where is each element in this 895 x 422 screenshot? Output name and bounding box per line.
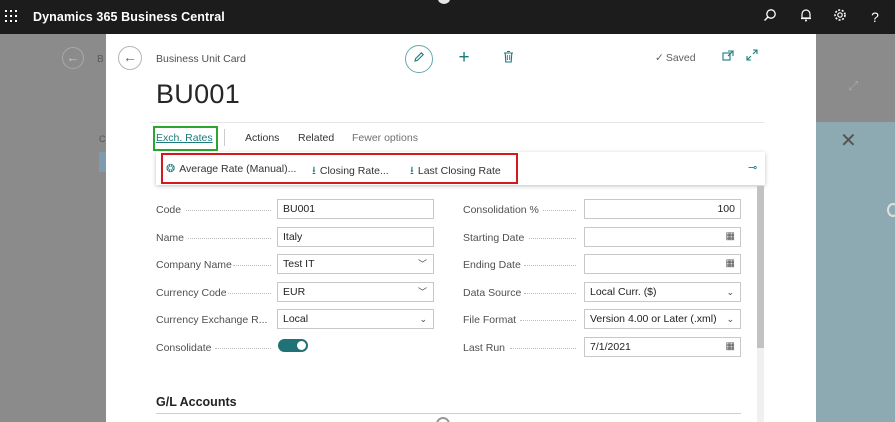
dot-leader <box>529 238 576 239</box>
consolidation-percent-label: Consolidation % <box>463 204 539 216</box>
background-close-icon: ✕ <box>840 130 857 152</box>
calendar-icon[interactable]: ▦ <box>726 255 735 273</box>
code-field[interactable]: BU001 <box>277 199 434 219</box>
currency-code-label: Currency Code <box>156 287 227 299</box>
business-unit-card: ← Business Unit Card + ✓ Saved BU001 Exch… <box>106 34 816 422</box>
dot-leader <box>543 210 576 211</box>
file-format-label: File Format <box>463 314 517 326</box>
data-source-value: Local Curr. ($) <box>590 286 657 298</box>
name-field[interactable]: Italy <box>277 227 434 247</box>
popout-icon[interactable] <box>722 50 734 64</box>
name-label: Name <box>156 232 185 244</box>
dot-leader <box>520 320 576 321</box>
background-side-fragment: C <box>99 134 106 144</box>
dot-leader <box>188 238 271 239</box>
expand-icon[interactable] <box>746 49 758 64</box>
company-name-value: Test IT <box>283 258 315 270</box>
dot-leader <box>215 348 271 349</box>
breadcrumb: Business Unit Card <box>156 53 246 65</box>
help-icon[interactable]: ? <box>866 8 884 26</box>
chevron-down-icon[interactable]: ﹀ <box>418 283 427 301</box>
pencil-icon[interactable] <box>405 45 433 73</box>
chevron-down-icon[interactable]: ⌄ <box>726 310 734 328</box>
starting-date-field[interactable]: ▦ <box>584 227 741 247</box>
app-title[interactable]: Dynamics 365 Business Central <box>33 10 225 24</box>
data-source-label: Data Source <box>463 287 522 299</box>
dot-leader <box>186 210 271 211</box>
company-name-field[interactable]: Test IT ﹀ <box>277 254 434 274</box>
highlight-box-green <box>153 126 218 151</box>
app-bar: Dynamics 365 Business Central ? <box>0 0 895 34</box>
gl-accounts-section-title[interactable]: G/L Accounts <box>156 395 237 409</box>
background-expand-icon: ⤢ <box>848 78 859 93</box>
currency-exchange-rate-select[interactable]: Local ⌄ <box>277 309 434 329</box>
file-format-value: Version 4.00 or Later (.xml) <box>590 313 717 325</box>
calendar-icon[interactable]: ▦ <box>726 338 735 356</box>
consolidation-percent-field[interactable]: 100 <box>584 199 741 219</box>
consolidate-label: Consolidate <box>156 342 212 354</box>
last-run-label: Last Run <box>463 342 506 354</box>
ending-date-label: Ending Date <box>463 259 521 271</box>
background-scroll-handle <box>887 203 895 217</box>
waffle-icon[interactable] <box>5 10 17 22</box>
consolidate-toggle[interactable] <box>278 339 308 352</box>
dot-leader <box>510 348 576 349</box>
calendar-icon[interactable]: ▦ <box>726 228 735 246</box>
plus-icon[interactable]: + <box>456 47 472 69</box>
page-title: BU001 <box>156 79 241 109</box>
chevron-down-icon[interactable]: ⌄ <box>726 283 734 301</box>
tab-actions[interactable]: Actions <box>245 132 279 144</box>
check-icon: ✓ <box>655 52 664 64</box>
scrollbar-thumb[interactable] <box>757 186 764 348</box>
dot-leader <box>228 293 271 294</box>
bell-icon[interactable] <box>797 8 815 26</box>
fewer-options-button[interactable]: Fewer options <box>352 132 418 144</box>
bottom-handle <box>436 417 450 422</box>
saved-label: Saved <box>665 52 696 64</box>
section-divider <box>156 413 741 414</box>
dot-leader <box>524 293 576 294</box>
gear-icon[interactable] <box>831 8 849 26</box>
currency-exchange-rate-label: Currency Exchange R... <box>156 314 268 326</box>
chevron-down-icon[interactable]: ⌄ <box>419 310 427 328</box>
action-bar: Exch. Rates Actions Related Fewer option… <box>150 122 764 152</box>
action-separator <box>224 129 225 146</box>
search-icon[interactable] <box>761 8 779 26</box>
starting-date-label: Starting Date <box>463 232 525 244</box>
currency-code-value: EUR <box>283 286 306 298</box>
trash-icon[interactable] <box>503 50 514 66</box>
chevron-down-icon[interactable]: ﹀ <box>418 255 427 273</box>
data-source-select[interactable]: Local Curr. ($) ⌄ <box>584 282 741 302</box>
pin-icon[interactable]: ⊸ <box>748 161 757 174</box>
saved-status: ✓ Saved <box>655 52 696 64</box>
ending-date-field[interactable]: ▦ <box>584 254 741 274</box>
background-breadcrumb-fragment: B <box>97 54 104 65</box>
code-label: Code <box>156 204 182 216</box>
background-factbox <box>816 122 895 422</box>
highlight-box-red <box>161 153 518 184</box>
company-name-label: Company Name <box>156 259 232 271</box>
file-format-select[interactable]: Version 4.00 or Later (.xml) ⌄ <box>584 309 741 329</box>
currency-exchange-rate-value: Local <box>283 313 309 325</box>
top-notch <box>438 0 450 4</box>
dot-leader <box>524 265 576 266</box>
background-back-arrow-icon: ← <box>62 47 84 69</box>
background-left-panel <box>56 34 106 422</box>
tab-related[interactable]: Related <box>298 132 334 144</box>
dot-leader <box>233 265 271 266</box>
last-run-field[interactable]: 7/1/2021 ▦ <box>584 337 741 357</box>
currency-code-field[interactable]: EUR ﹀ <box>277 282 434 302</box>
back-arrow-icon[interactable]: ← <box>118 46 142 70</box>
last-run-value: 7/1/2021 <box>590 341 631 353</box>
